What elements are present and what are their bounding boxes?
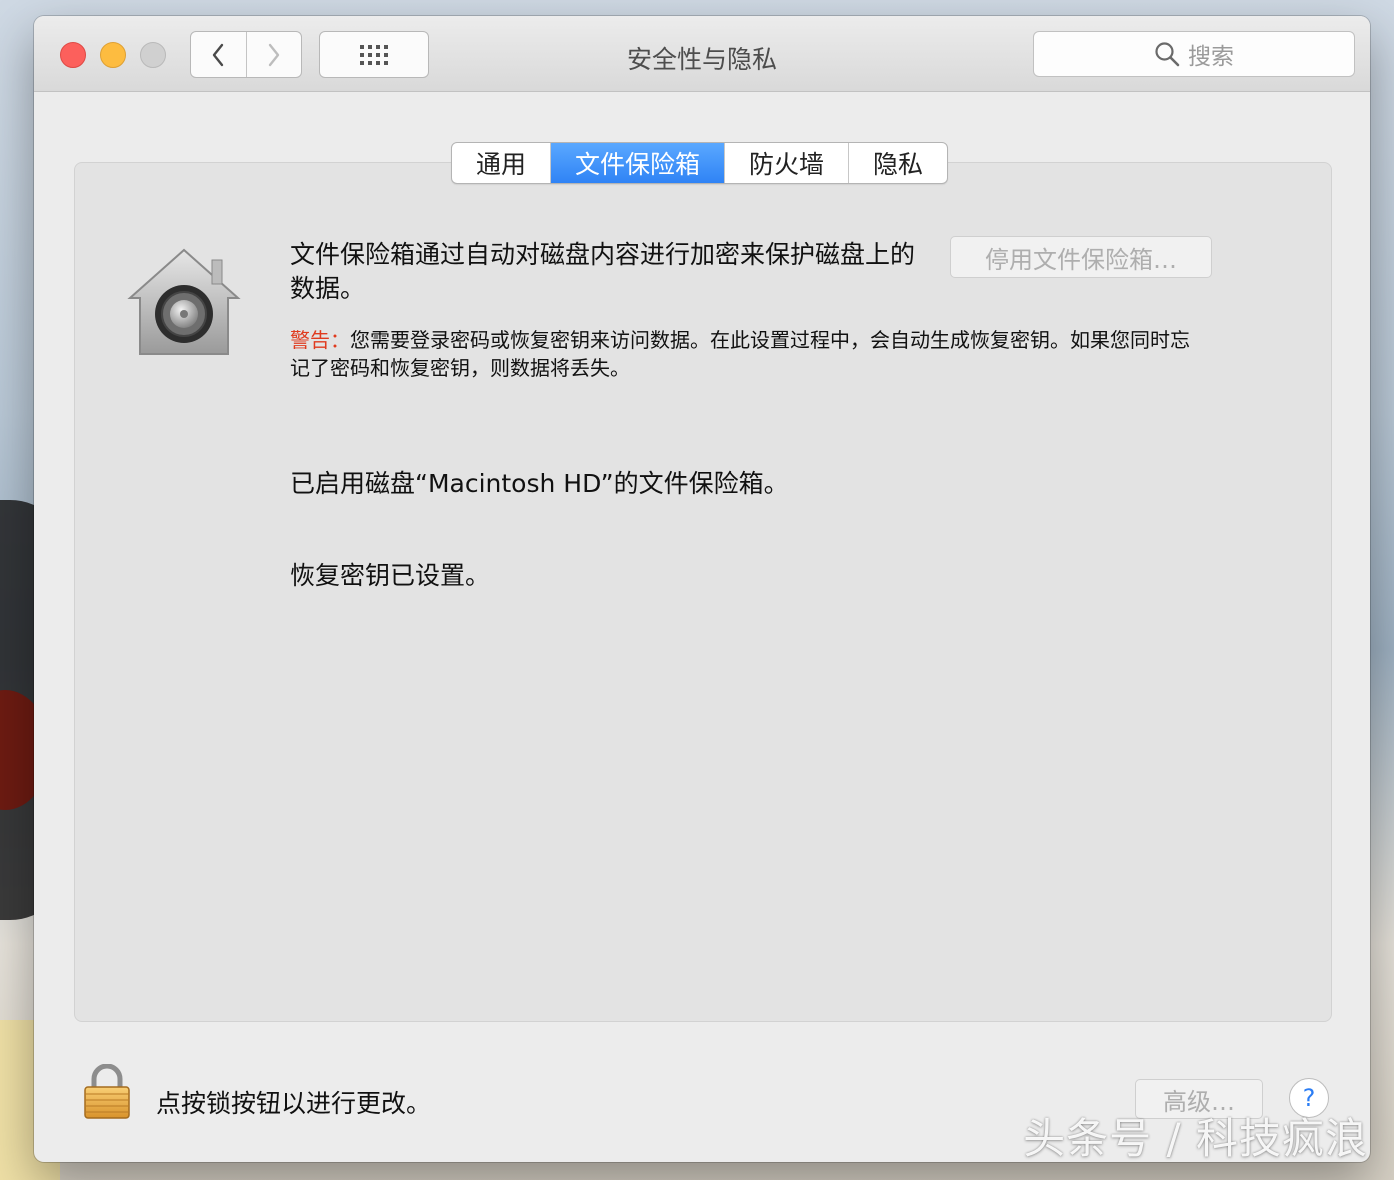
filevault-icon [127,248,241,355]
search-placeholder: 搜索 [1188,44,1234,70]
tab-filevault[interactable]: 文件保险箱 [550,143,725,183]
filevault-status: 已启用磁盘“Macintosh HD”的文件保险箱。 [290,469,789,498]
tab-general[interactable]: 通用 [452,143,550,183]
search-icon [1155,42,1180,67]
tab-firewall[interactable]: 防火墙 [724,143,848,183]
preferences-window: 安全性与隐私 搜索 通用 文件保险箱 防火墙 隐私 文件保险箱通过自动对磁盘内容… [34,16,1370,1162]
lock-instruction: 点按锁按钮以进行更改。 [156,1089,432,1118]
warning-text: 您需要登录密码或恢复密钥来访问数据。在此设置过程中，会自动生成恢复密钥。如果您同… [290,328,1190,380]
filevault-warning: 警告：您需要登录密码或恢复密钥来访问数据。在此设置过程中，会自动生成恢复密钥。如… [290,326,1200,382]
lock-icon[interactable] [82,1064,132,1120]
disable-filevault-button[interactable]: 停用文件保险箱… [950,236,1212,278]
filevault-description: 文件保险箱通过自动对磁盘内容进行加密来保护磁盘上的数据。 [290,240,916,303]
watermark: 头条号 / 科技疯浪 [1023,1114,1368,1163]
warning-label: 警告： [290,328,350,352]
search-field[interactable]: 搜索 [1033,31,1355,77]
recovery-key-status: 恢复密钥已设置。 [290,561,491,590]
title-bar: 安全性与隐私 搜索 [34,16,1370,92]
tab-privacy[interactable]: 隐私 [848,143,947,183]
tab-bar: 通用 文件保险箱 防火墙 隐私 [451,142,949,184]
